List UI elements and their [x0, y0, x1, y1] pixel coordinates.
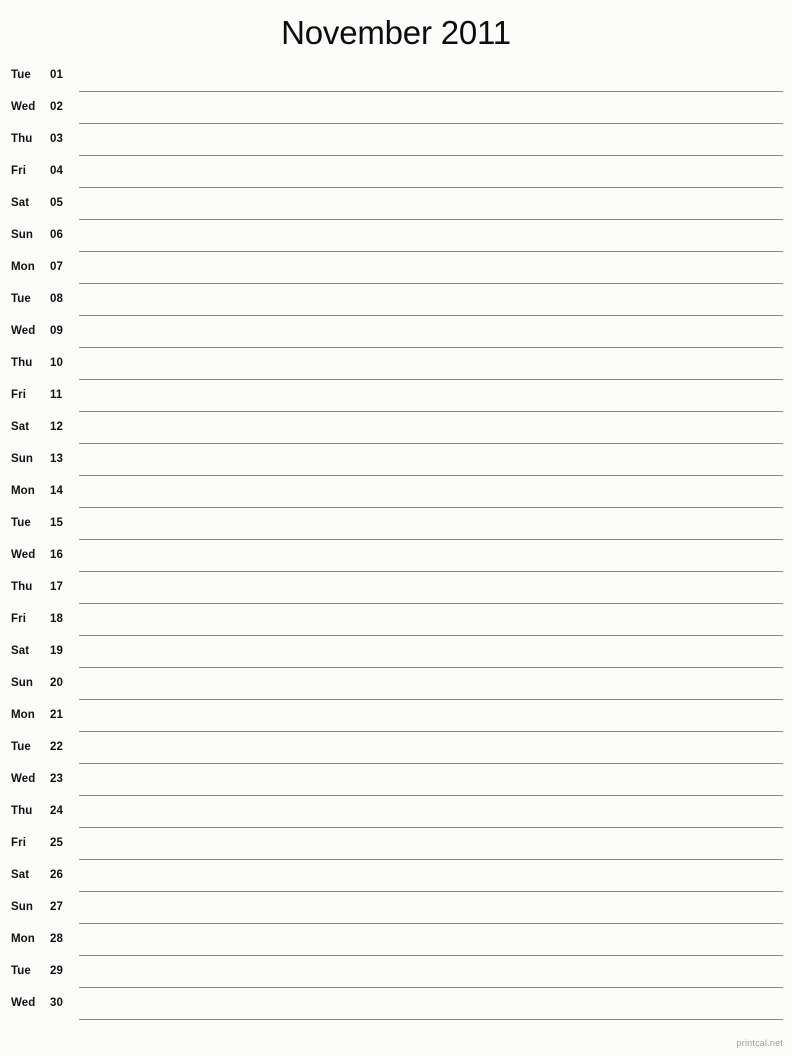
day-row: Sun 06 [0, 220, 792, 252]
day-number: 05 [50, 197, 63, 209]
day-number: 13 [50, 453, 63, 465]
day-row: Thu 10 [0, 348, 792, 380]
page-header: November 2011 [0, 0, 792, 60]
day-row: Mon 07 [0, 252, 792, 284]
weekday-label: Mon [11, 261, 35, 273]
day-number: 15 [50, 517, 63, 529]
day-row: Fri 04 [0, 156, 792, 188]
day-row: Wed 02 [0, 92, 792, 124]
calendar-page: November 2011 Tue 01 Wed 02 Thu 03 Fri 04 Sat 05 S… [0, 0, 792, 1056]
weekday-label: Wed [11, 997, 36, 1009]
weekday-label: Tue [11, 517, 31, 529]
day-row-list: Tue 01 Wed 02 Thu 03 Fri 04 Sat 05 Sun 06 Mon 07 Tue 08… [0, 60, 792, 1020]
day-number: 27 [50, 901, 63, 913]
day-row: Wed 23 [0, 764, 792, 796]
day-number: 30 [50, 997, 63, 1009]
day-row: Tue 01 [0, 60, 792, 92]
day-number: 10 [50, 357, 63, 369]
weekday-label: Mon [11, 933, 35, 945]
weekday-label: Thu [11, 357, 33, 369]
weekday-label: Tue [11, 741, 31, 753]
weekday-label: Sat [11, 197, 30, 209]
day-row: Sat 12 [0, 412, 792, 444]
day-number: 02 [50, 101, 63, 113]
day-row: Wed 16 [0, 540, 792, 572]
weekday-label: Tue [11, 69, 31, 81]
weekday-label: Wed [11, 325, 36, 337]
footer-credit: printcal.net [736, 1038, 783, 1048]
day-number: 12 [50, 421, 63, 433]
weekday-label: Fri [11, 165, 26, 177]
day-number: 22 [50, 741, 63, 753]
day-row: Tue 08 [0, 284, 792, 316]
day-number: 21 [50, 709, 63, 721]
weekday-label: Mon [11, 485, 35, 497]
weekday-label: Sat [11, 869, 30, 881]
note-writing-line[interactable] [79, 1019, 783, 1020]
weekday-label: Tue [11, 293, 31, 305]
day-number: 29 [50, 965, 63, 977]
weekday-label: Wed [11, 773, 36, 785]
weekday-label: Sun [11, 677, 34, 689]
weekday-label: Mon [11, 709, 35, 721]
day-number: 16 [50, 549, 63, 561]
day-row: Wed 09 [0, 316, 792, 348]
day-row: Sat 26 [0, 860, 792, 892]
day-number: 11 [50, 389, 63, 401]
day-number: 07 [50, 261, 63, 273]
day-number: 20 [50, 677, 63, 689]
day-row: Tue 15 [0, 508, 792, 540]
day-number: 25 [50, 837, 63, 849]
day-row: Mon 21 [0, 700, 792, 732]
day-row: Sun 27 [0, 892, 792, 924]
day-number: 28 [50, 933, 63, 945]
day-row: Thu 17 [0, 572, 792, 604]
weekday-label: Thu [11, 805, 33, 817]
day-number: 03 [50, 133, 63, 145]
weekday-label: Sun [11, 453, 34, 465]
weekday-label: Fri [11, 837, 26, 849]
day-row: Tue 22 [0, 732, 792, 764]
day-number: 26 [50, 869, 63, 881]
day-number: 17 [50, 581, 63, 593]
weekday-label: Sat [11, 645, 30, 657]
day-row: Tue 29 [0, 956, 792, 988]
day-number: 14 [50, 485, 63, 497]
day-row: Fri 11 [0, 380, 792, 412]
day-number: 04 [50, 165, 63, 177]
weekday-label: Tue [11, 965, 31, 977]
weekday-label: Fri [11, 389, 26, 401]
day-number: 24 [50, 805, 63, 817]
day-row: Fri 18 [0, 604, 792, 636]
day-row: Thu 24 [0, 796, 792, 828]
weekday-label: Sun [11, 229, 34, 241]
day-number: 08 [50, 293, 63, 305]
day-number: 18 [50, 613, 63, 625]
day-row: Fri 25 [0, 828, 792, 860]
day-row: Mon 28 [0, 924, 792, 956]
weekday-label: Sat [11, 421, 30, 433]
day-row: Sun 20 [0, 668, 792, 700]
day-row: Thu 03 [0, 124, 792, 156]
page-title: November 2011 [281, 13, 511, 51]
weekday-label: Wed [11, 101, 36, 113]
weekday-label: Wed [11, 549, 36, 561]
weekday-label: Sun [11, 901, 34, 913]
day-row: Wed 30 [0, 988, 792, 1020]
day-number: 01 [50, 69, 63, 81]
day-row: Mon 14 [0, 476, 792, 508]
day-number: 09 [50, 325, 63, 337]
day-row: Sat 05 [0, 188, 792, 220]
day-row: Sat 19 [0, 636, 792, 668]
weekday-label: Thu [11, 581, 33, 593]
weekday-label: Fri [11, 613, 26, 625]
day-row: Sun 13 [0, 444, 792, 476]
day-number: 23 [50, 773, 63, 785]
day-number: 06 [50, 229, 63, 241]
weekday-label: Thu [11, 133, 33, 145]
day-number: 19 [50, 645, 63, 657]
